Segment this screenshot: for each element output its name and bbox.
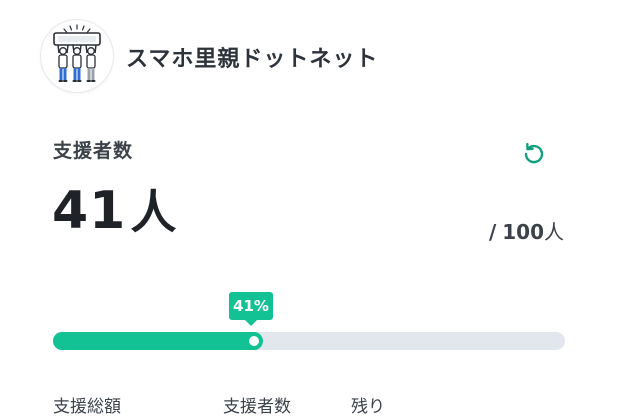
goal-number: 100 bbox=[502, 220, 544, 244]
goal-separator: / bbox=[488, 220, 497, 244]
supporters-label: 支援者数 bbox=[53, 140, 134, 162]
stat-label-supporters: 支援者数 bbox=[223, 397, 291, 416]
supporter-count: 41 人 bbox=[52, 180, 176, 242]
supporter-count-number: 41 bbox=[52, 181, 127, 241]
goal-count: /100人 bbox=[489, 216, 564, 245]
page: スマホ里親ドットネット 支援者数 41 人 /100人 41% 支援総額 支援者… bbox=[0, 0, 624, 416]
site-title[interactable]: スマホ里親ドットネット bbox=[126, 41, 378, 73]
stat-label-total-amount: 支援総額 bbox=[53, 397, 121, 416]
progress-knob bbox=[249, 336, 259, 346]
progress-fill bbox=[53, 332, 263, 350]
refresh-button[interactable] bbox=[521, 141, 547, 167]
progress-percent-badge: 41% bbox=[229, 292, 273, 320]
supporter-count-unit: 人 bbox=[130, 185, 177, 239]
stat-label-remaining: 残り bbox=[351, 397, 385, 416]
logo[interactable] bbox=[41, 20, 113, 92]
three-people-holding-phone-icon bbox=[41, 20, 113, 92]
goal-unit: 人 bbox=[544, 220, 564, 244]
refresh-icon bbox=[524, 142, 544, 164]
progress-track bbox=[53, 332, 565, 350]
